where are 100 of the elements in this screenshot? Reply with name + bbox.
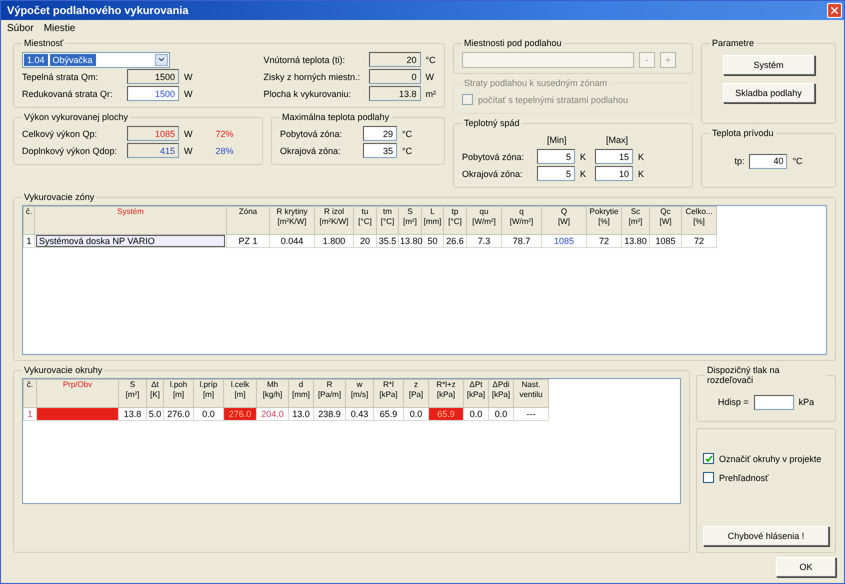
unit-label: K [580,168,588,178]
value-field[interactable]: 29 [363,126,397,141]
column-header[interactable]: Qc [W] [650,206,682,234]
unit-label: °C [402,146,412,156]
field-label: tp: [734,156,744,166]
column-header[interactable]: Prp/Obv [36,380,118,408]
table-cell: 1 [24,408,36,420]
unit-label: K [638,168,644,178]
dropdown-icon [155,54,168,66]
column-header[interactable]: Celko... [%] [682,206,716,234]
table-cell: 78.7 [502,234,542,248]
unit-label: W [184,72,192,82]
checkbox-label: počítať s tepelnými stratami podlahou [478,94,628,104]
group-title: Výkon vykurovanej plochy [23,112,130,122]
table-cell: 0.044 [270,234,314,248]
column-header[interactable]: č. [24,206,34,234]
parameter-button[interactable]: Systém [722,55,814,75]
value-field[interactable]: 20 [368,52,420,67]
close-button[interactable] [827,3,842,18]
column-header[interactable]: Mh [kg/h] [256,380,288,408]
column-header[interactable]: ΔPt [kPa] [464,380,488,408]
column-header[interactable]: l.príp [m] [194,380,224,408]
group-title: Miestnosť [23,38,64,48]
column-header[interactable]: l.celk [m] [224,380,256,408]
room-dropdown[interactable]: 1.04 Obývačka [22,52,170,68]
value-field[interactable]: 13.8 [368,86,420,101]
checkbox-label: Prehľadnosť [719,472,769,482]
field-label: Redukovaná strata Qr: [22,88,114,98]
table-cell: 72 [586,234,622,248]
column-header[interactable]: Pokrytie [%] [586,206,622,234]
group-title: Teplotný spád [463,118,521,128]
unit-label: W [184,146,192,156]
column-header[interactable]: d [mm] [288,380,314,408]
column-header[interactable]: Q [W] [542,206,586,234]
parameter-button[interactable]: Skladba podlahy [722,83,814,103]
column-header[interactable]: S [m²] [118,380,146,408]
field-label: Vnútorná teplota (ti): [264,54,346,64]
checkbox-label: Označiť okruhy v projekte [719,454,822,464]
value-field[interactable]: 15 [595,149,633,164]
field-label: Tepelná strata Qm: [22,72,100,82]
column-header[interactable]: qu [W/m²] [466,206,502,234]
checkbox[interactable] [703,472,714,483]
column-header[interactable]: z [Pa] [404,380,428,408]
column-header[interactable]: Zóna [226,206,270,234]
column-header[interactable]: tu [°C] [354,206,376,234]
table-cell: 7.3 [466,234,502,248]
value-field[interactable]: 10 [595,166,633,181]
table-cell: 1085 [542,234,586,248]
column-header[interactable]: S [m²] [398,206,422,234]
menu-item[interactable]: Súbor [7,22,34,34]
field-label: Pobytová zóna: [280,128,344,138]
value-field[interactable]: 0 [368,69,420,84]
checkbox[interactable] [703,453,714,464]
unit-label: W [184,128,192,138]
group-title: Parametre [711,38,756,48]
column-header[interactable]: R krytiny [m²K/W] [270,206,314,234]
value-field[interactable]: 5 [537,166,575,181]
column-header[interactable]: tm [°C] [376,206,398,234]
column-header[interactable]: l.poh [m] [164,380,194,408]
column-header[interactable]: tp [°C] [444,206,466,234]
value-field[interactable]: 415 [127,143,179,158]
value-field[interactable]: 1500 [127,86,179,101]
table-cell: 72 [682,234,716,248]
unit-label: °C [426,54,436,64]
group-title: Teplota prívodu [711,128,775,138]
column-header[interactable]: Sc [m²] [622,206,650,234]
value-field[interactable]: 5 [537,149,575,164]
system-select[interactable]: Systémová doska NP VARIO [36,235,225,247]
field-label: Celkový výkon Qp: [22,128,98,138]
field-label: Pobytová zóna: [462,152,526,162]
column-header[interactable]: q [W/m²] [502,206,542,234]
menu-item[interactable]: Miestie [44,22,76,34]
field-label: Zisky z horných miestn.: [264,72,362,82]
error-messages-button[interactable]: Chybové hlásenia ! [703,526,829,546]
table-cell: 65.9 [428,408,464,420]
column-header[interactable]: R*l+z [kPa] [428,380,464,408]
column-header[interactable]: R*l [kPa] [374,380,404,408]
table-cell: PZ 1 [226,234,270,248]
column-header[interactable]: R [Pa/m] [314,380,346,408]
value-field[interactable]: 40 [749,154,788,168]
column-header[interactable]: Nast. ventilu [514,380,548,408]
column-header[interactable]: R izol [m²K/W] [314,206,354,234]
field-label: Plocha k vykurovaniu: [264,88,352,98]
unit-label: K [580,152,588,162]
room-name: Obývačka [50,54,96,66]
column-header[interactable]: L [mm] [422,206,444,234]
value-field[interactable] [754,394,794,410]
value-field[interactable]: 1085 [127,126,179,141]
column-header[interactable]: ΔPdi [kPa] [488,380,514,408]
column-header[interactable]: Δt [K] [146,380,164,408]
value-field[interactable]: 35 [363,143,397,158]
column-header[interactable]: w [m/s] [346,380,374,408]
value-field[interactable]: 1500 [127,69,179,84]
column-header[interactable]: č. [24,380,36,408]
group-title: Miestnosti pod podlahou [463,38,563,48]
unit-label: °C [402,128,412,138]
column-header[interactable]: Systém [34,206,226,234]
group-title: Maximálna teplota podlahy [281,112,390,122]
field-label: Doplnkový výkon Qdop: [22,146,118,156]
ok-button[interactable]: OK [776,557,836,577]
